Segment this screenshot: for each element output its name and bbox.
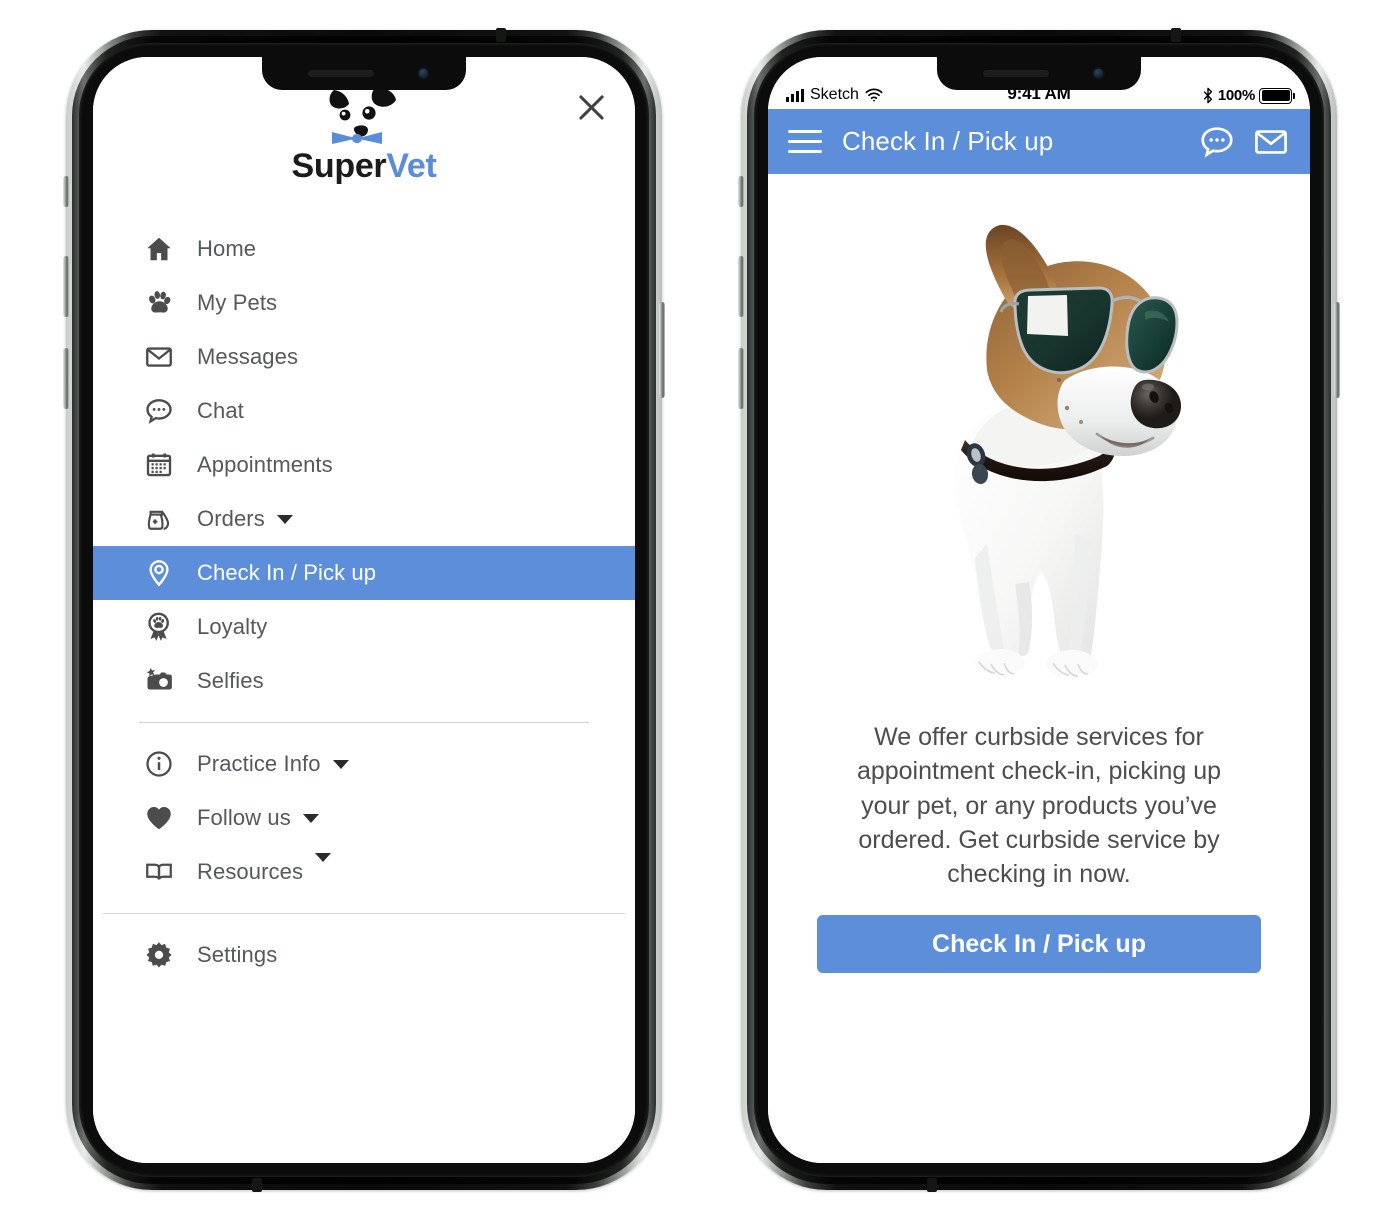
chevron-down-icon[interactable]	[276, 514, 293, 524]
brand-name-prefix: Super	[291, 147, 387, 185]
sidebar-item-follow-us[interactable]: Follow us	[93, 791, 635, 845]
menu-divider-1	[139, 722, 589, 723]
sidebar-item-label: Selfies	[197, 668, 264, 693]
sidebar-item-settings[interactable]: Settings	[93, 928, 635, 982]
home-icon	[139, 232, 179, 266]
calendar-icon	[139, 448, 179, 482]
antenna-line-bottom	[927, 1178, 937, 1192]
brand-wordmark: SuperVet	[93, 149, 635, 183]
antenna-line-bottom	[252, 1178, 262, 1192]
antenna-line-top	[496, 28, 506, 42]
sidebar-item-check-in-pick-up[interactable]: Check In / Pick up	[93, 546, 635, 600]
curbside-description: We offer curbside services for appointme…	[856, 723, 1222, 888]
chevron-down-icon[interactable]	[302, 813, 319, 823]
antenna-line-top	[1171, 28, 1181, 42]
power-button[interactable]	[659, 302, 665, 398]
device-notch	[937, 57, 1141, 90]
sidebar-item-orders[interactable]: Orders	[93, 492, 635, 546]
battery-full-icon	[1259, 87, 1295, 104]
front-camera-icon	[1092, 67, 1105, 80]
sidebar-item-label: Settings	[197, 942, 278, 967]
earpiece-speaker	[308, 70, 374, 77]
left-phone-device: SuperVet Home My Pets Messages Chat Appo…	[63, 28, 665, 1192]
volume-down-button[interactable]	[63, 348, 69, 409]
power-button[interactable]	[1334, 302, 1340, 398]
map-pin-icon	[139, 556, 179, 590]
sidebar-item-home[interactable]: Home	[93, 222, 635, 276]
brand-logo: SuperVet	[93, 85, 635, 183]
right-phone-screen: Sketch 9:41 AM 100% Check In / Pick up W…	[768, 57, 1310, 1163]
right-phone-device: Sketch 9:41 AM 100% Check In / Pick up W…	[738, 28, 1340, 1192]
device-notch	[262, 57, 466, 90]
sidebar-item-practice-info[interactable]: Practice Info	[93, 737, 635, 791]
chat-bubble-icon[interactable]	[1198, 123, 1236, 161]
drawer-menu: Home My Pets Messages Chat Appointments …	[93, 222, 635, 982]
chevron-down-icon[interactable]	[332, 759, 349, 769]
sidebar-item-appointments[interactable]: Appointments	[93, 438, 635, 492]
page-content: We offer curbside services for appointme…	[768, 174, 1310, 1163]
mute-switch[interactable]	[63, 176, 69, 207]
check-in-pick-up-button[interactable]: Check In / Pick up	[817, 915, 1261, 974]
sidebar-item-messages[interactable]: Messages	[93, 330, 635, 384]
info-circle-icon	[139, 747, 179, 781]
sidebar-item-selfies[interactable]: Selfies	[93, 654, 635, 708]
paw-icon	[139, 286, 179, 320]
bluetooth-icon	[1202, 87, 1214, 104]
chevron-down-icon[interactable]	[315, 853, 332, 862]
sidebar-item-loyalty[interactable]: Loyalty	[93, 600, 635, 654]
volume-up-button[interactable]	[738, 256, 744, 317]
camera-star-icon	[139, 664, 179, 698]
heart-icon	[139, 801, 179, 835]
book-icon	[139, 855, 179, 889]
screenshot-root: SuperVet Home My Pets Messages Chat Appo…	[0, 0, 1384, 1224]
front-camera-icon	[417, 67, 430, 80]
page-title: Check In / Pick up	[842, 126, 1054, 156]
sidebar-item-label: Home	[197, 236, 257, 261]
battery-percent-label: 100%	[1217, 87, 1255, 104]
hamburger-menu-icon[interactable]	[788, 129, 822, 154]
sidebar-item-label: Loyalty	[197, 614, 268, 639]
sidebar-item-label: Follow us	[197, 805, 291, 830]
brand-name-suffix: Vet	[386, 147, 437, 185]
sidebar-item-label: Orders	[197, 506, 265, 531]
food-bag-icon	[139, 502, 179, 536]
chat-bubble-icon	[139, 394, 179, 428]
envelope-icon[interactable]	[1252, 123, 1290, 161]
sidebar-item-label: Messages	[197, 344, 299, 369]
menu-divider-2	[103, 913, 625, 914]
sidebar-item-label: Check In / Pick up	[197, 560, 377, 585]
app-bar-actions	[1198, 123, 1290, 161]
app-view: Sketch 9:41 AM 100% Check In / Pick up W…	[768, 57, 1310, 1163]
sidebar-item-label: My Pets	[197, 290, 278, 315]
hero-dog-photo	[869, 184, 1209, 704]
gear-icon	[139, 938, 179, 972]
sidebar-item-label: Resources	[197, 859, 304, 884]
mute-switch[interactable]	[738, 176, 744, 207]
volume-down-button[interactable]	[738, 348, 744, 409]
close-icon[interactable]	[569, 85, 613, 129]
sidebar-item-my-pets[interactable]: My Pets	[93, 276, 635, 330]
sidebar-item-label: Appointments	[197, 452, 333, 477]
earpiece-speaker	[983, 70, 1049, 77]
dog-face-with-bowtie-logo	[312, 85, 416, 147]
status-bar-right: 100%	[1202, 87, 1295, 104]
navigation-drawer: SuperVet Home My Pets Messages Chat Appo…	[93, 57, 635, 1163]
sidebar-item-chat[interactable]: Chat	[93, 384, 635, 438]
envelope-icon	[139, 340, 179, 374]
volume-up-button[interactable]	[63, 256, 69, 317]
award-paw-icon	[139, 610, 179, 644]
sidebar-item-label: Chat	[197, 398, 244, 423]
sidebar-item-label: Practice Info	[197, 751, 321, 776]
left-phone-screen: SuperVet Home My Pets Messages Chat Appo…	[93, 57, 635, 1163]
sidebar-item-resources[interactable]: Resources	[93, 845, 635, 899]
app-bar: Check In / Pick up	[768, 109, 1310, 174]
